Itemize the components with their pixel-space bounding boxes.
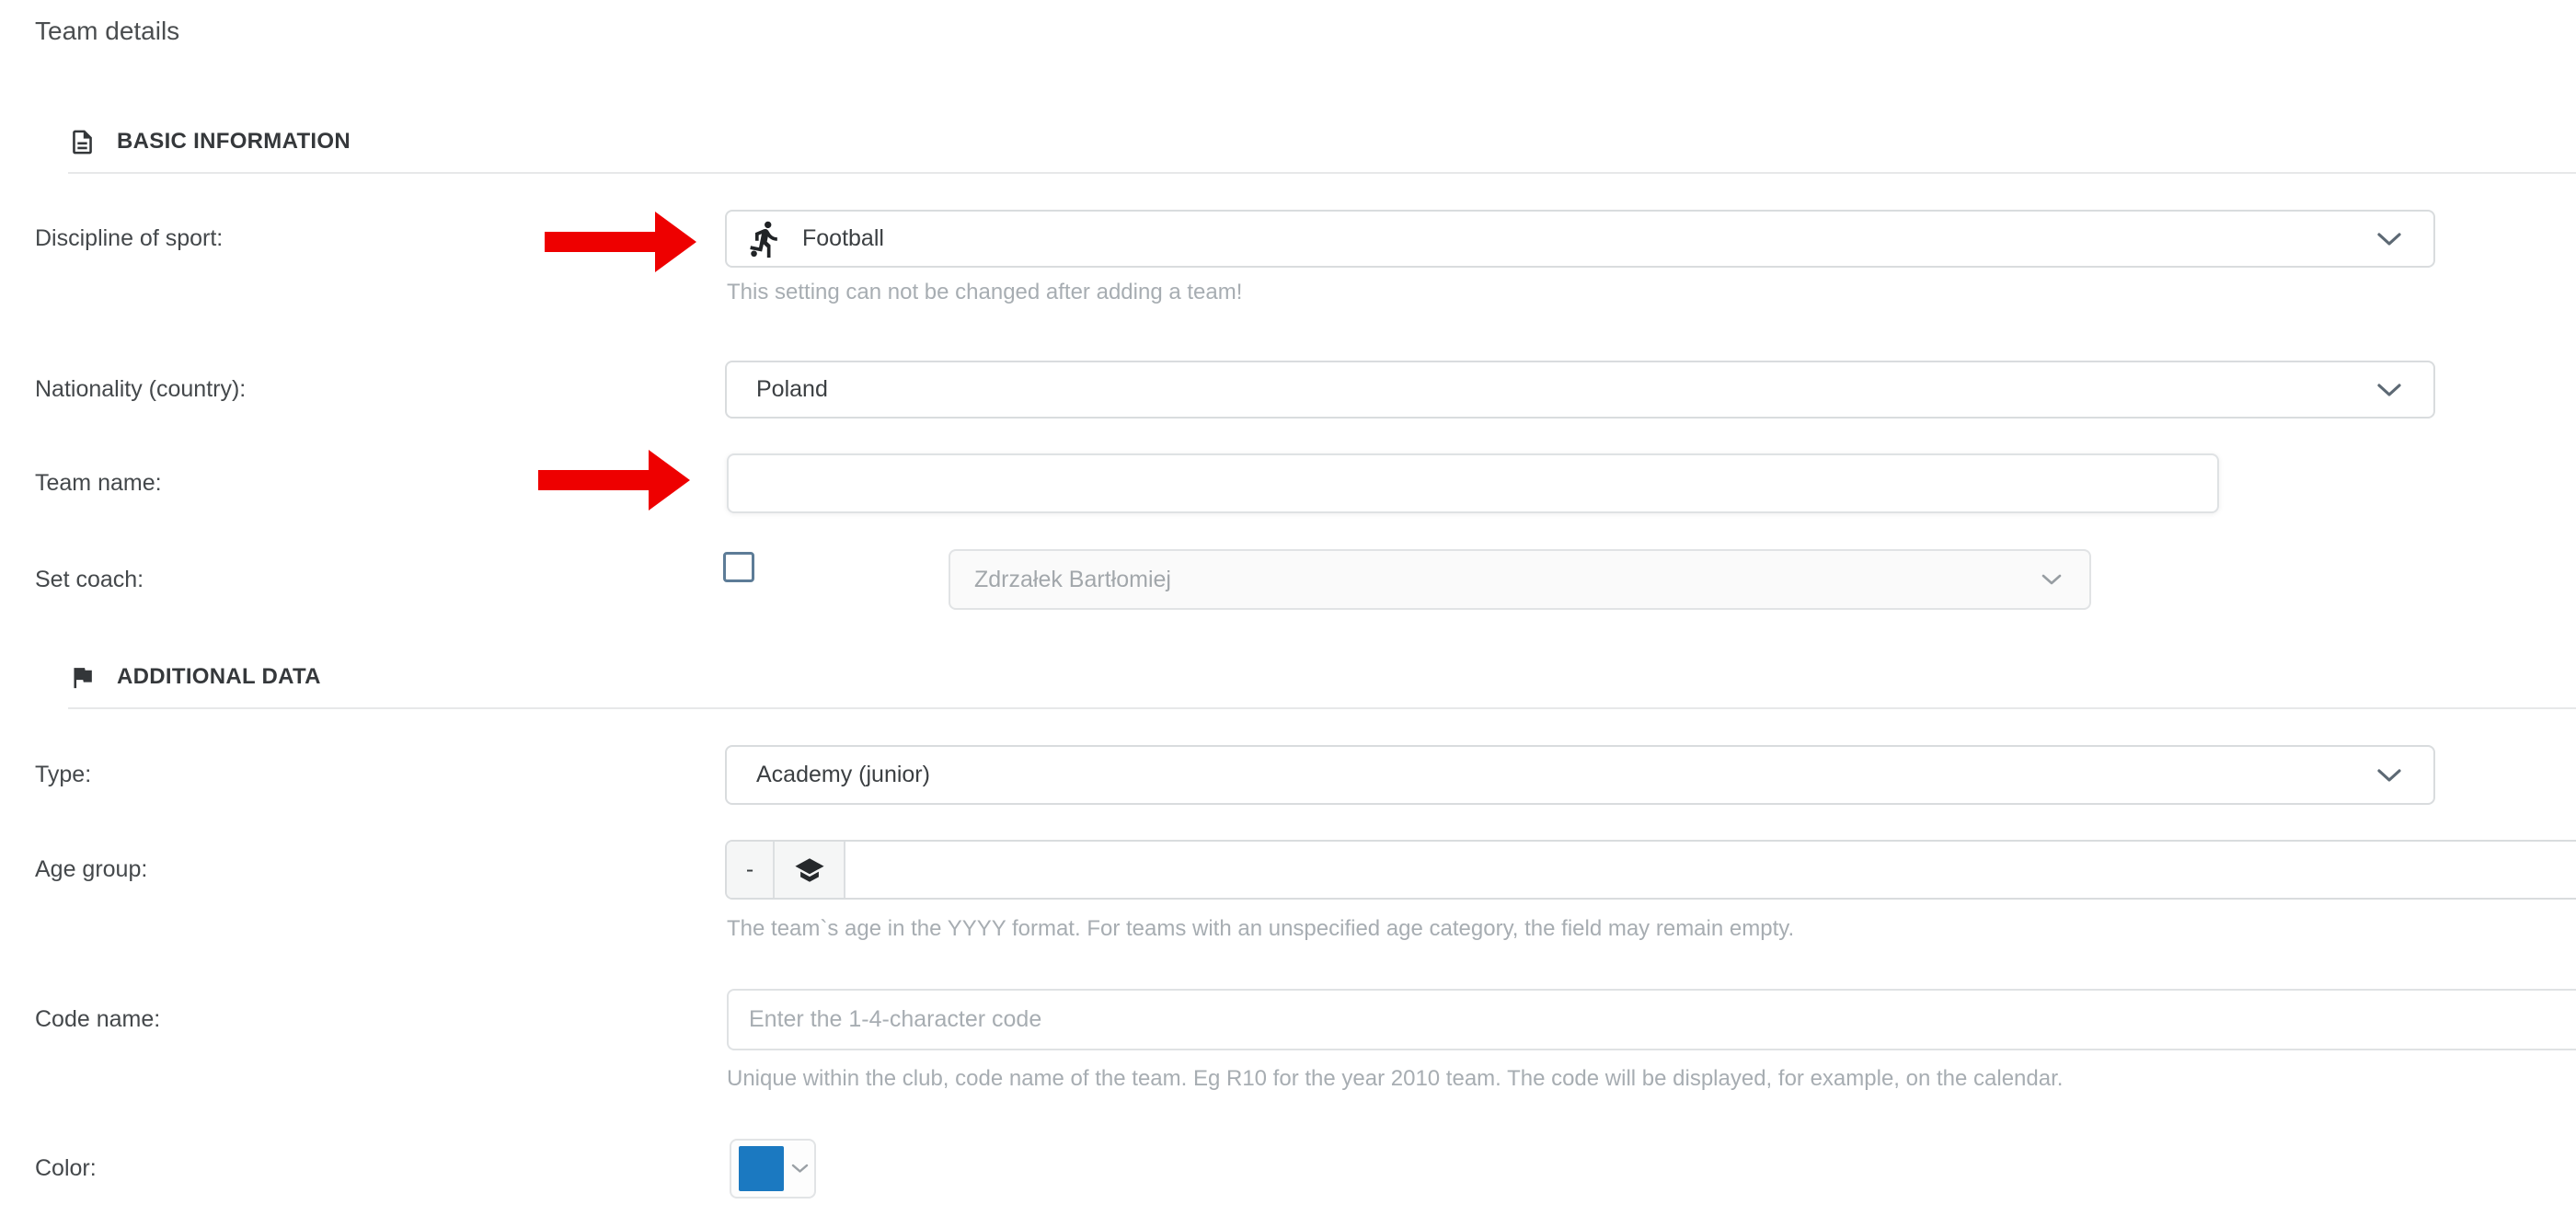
- color-swatch: [739, 1146, 784, 1191]
- section-title: BASIC INFORMATION: [117, 129, 351, 155]
- chevron-down-icon: [2041, 574, 2062, 586]
- age-group-field: -: [725, 840, 2576, 900]
- chevron-down-icon: [2376, 232, 2402, 247]
- flag-icon: [68, 663, 97, 692]
- color-label: Color:: [35, 1139, 679, 1199]
- nationality-label: Nationality (country):: [35, 361, 679, 419]
- section-title: ADDITIONAL DATA: [117, 664, 321, 690]
- chevron-down-icon: [2376, 768, 2402, 783]
- set-coach-checkbox[interactable]: [723, 552, 754, 582]
- code-name-input[interactable]: [727, 989, 2576, 1050]
- set-coach-label: Set coach:: [35, 549, 679, 610]
- team-name-input[interactable]: [727, 453, 2219, 513]
- coach-select[interactable]: Zdrzałek Bartłomiej: [949, 549, 2091, 610]
- code-name-label: Code name:: [35, 989, 679, 1050]
- age-group-input[interactable]: [845, 842, 2576, 898]
- document-icon: [68, 128, 97, 156]
- age-group-label: Age group:: [35, 840, 679, 900]
- chevron-down-icon: [2376, 383, 2402, 397]
- discipline-select[interactable]: Football: [725, 210, 2435, 268]
- age-group-prefix: -: [727, 842, 775, 898]
- soccer-player-icon: [745, 219, 786, 259]
- chevron-down-icon: [791, 1164, 809, 1174]
- discipline-label: Discipline of sport:: [35, 210, 679, 268]
- age-group-helper-text: The team`s age in the YYYY format. For t…: [727, 915, 1794, 943]
- code-name-helper-text: Unique within the club, code name of the…: [727, 1065, 2063, 1093]
- age-group-school-button[interactable]: [775, 842, 845, 898]
- discipline-value: Football: [786, 225, 2376, 252]
- color-picker-button[interactable]: [730, 1139, 816, 1199]
- page-title: Team details: [35, 17, 179, 46]
- section-additional-data: ADDITIONAL DATA: [68, 660, 321, 694]
- coach-value: Zdrzałek Bartłomiej: [950, 567, 2041, 593]
- team-name-label: Team name:: [35, 453, 679, 513]
- type-value: Academy (junior): [727, 762, 2376, 788]
- type-label: Type:: [35, 745, 679, 805]
- section-divider: [68, 707, 2576, 709]
- nationality-select[interactable]: Poland: [725, 361, 2435, 419]
- type-select[interactable]: Academy (junior): [725, 745, 2435, 805]
- section-divider: [68, 172, 2576, 174]
- nationality-value: Poland: [727, 376, 2376, 403]
- school-icon: [794, 855, 825, 886]
- section-basic-information: BASIC INFORMATION: [68, 125, 351, 158]
- discipline-helper-text: This setting can not be changed after ad…: [727, 279, 1242, 306]
